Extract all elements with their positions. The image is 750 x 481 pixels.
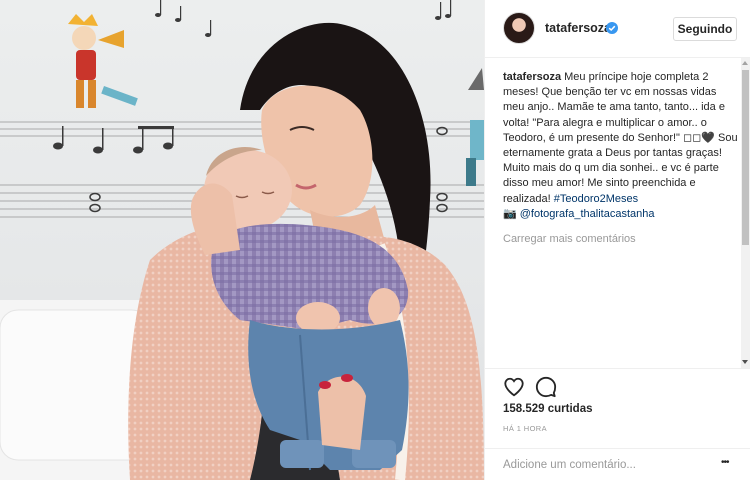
heart-icon[interactable]	[503, 376, 525, 398]
comments-scrollbar[interactable]	[741, 58, 750, 368]
load-more-comments[interactable]: Carregar mais comentários	[503, 232, 739, 247]
comment-row: •••	[485, 448, 750, 481]
camera-icon: 📷	[503, 207, 517, 220]
hashtag-link[interactable]: #Teodoro2Meses	[554, 193, 638, 205]
avatar[interactable]	[503, 12, 535, 44]
username-link[interactable]: tatafersoza	[545, 21, 611, 35]
post-timestamp[interactable]: HÁ 1 HORA	[503, 424, 547, 433]
post-actions: 158.529 curtidas HÁ 1 HORA •••	[485, 368, 750, 480]
comment-input[interactable]	[503, 456, 703, 474]
like-count[interactable]: 158.529 curtidas	[503, 403, 593, 415]
post-header: tatafersoza Seguindo	[485, 0, 750, 58]
scroll-up-arrow-icon[interactable]	[742, 61, 748, 65]
comment-icon[interactable]	[535, 376, 557, 398]
following-button[interactable]: Seguindo	[673, 17, 737, 41]
verified-badge-icon	[606, 22, 618, 34]
more-options-icon[interactable]: •••	[721, 457, 737, 471]
scroll-down-arrow-icon[interactable]	[742, 360, 748, 364]
mention-link[interactable]: @fotografa_thalitacastanha	[520, 208, 655, 220]
post-photo[interactable]	[0, 0, 484, 480]
caption-text: Meu príncipe hoje completa 2 meses! Que …	[503, 71, 738, 205]
post-side-panel: tatafersoza Seguindo tatafersoza Meu prí…	[484, 0, 750, 480]
caption-username[interactable]: tatafersoza	[503, 71, 561, 83]
caption: tatafersoza Meu príncipe hoje completa 2…	[503, 70, 739, 222]
photo-illustration	[0, 0, 484, 480]
caption-area: tatafersoza Meu príncipe hoje completa 2…	[503, 70, 739, 366]
scroll-thumb[interactable]	[742, 70, 749, 245]
